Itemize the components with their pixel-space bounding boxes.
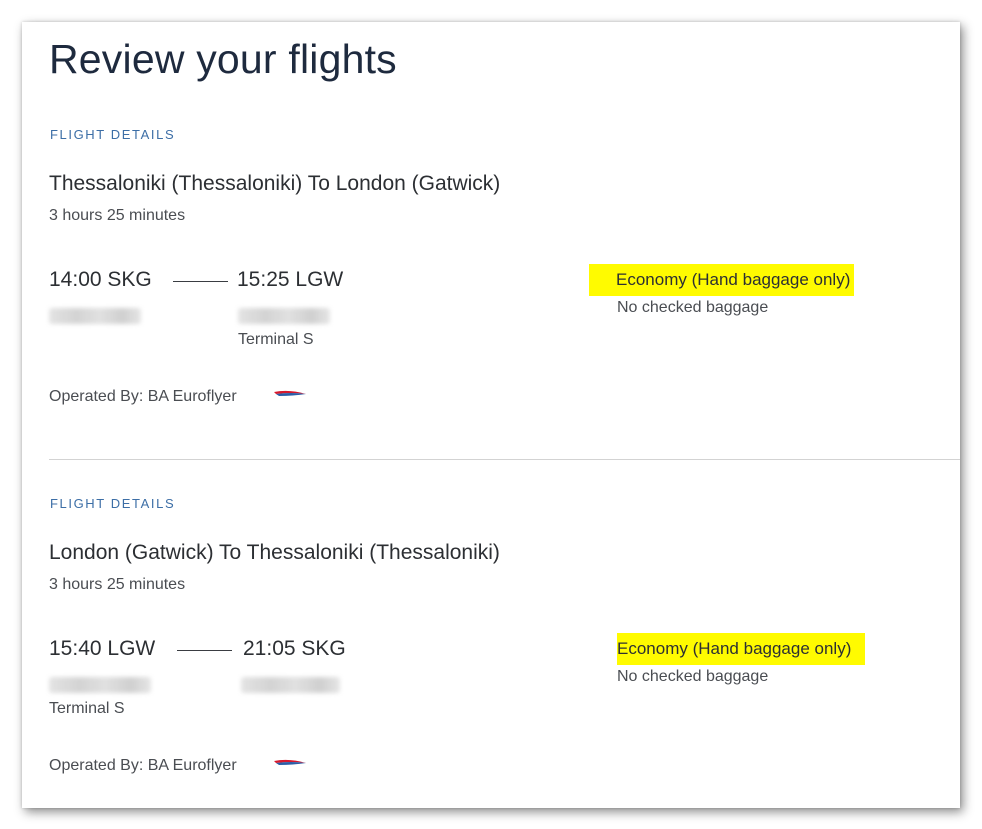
redacted-departure-airport <box>49 308 141 324</box>
flight-section-return: FLIGHT DETAILS London (Gatwick) To Thess… <box>22 391 960 808</box>
flight-connector-line <box>177 650 232 651</box>
flight-route: Thessaloniki (Thessaloniki) To London (G… <box>49 172 501 195</box>
cabin-class-highlighted: Economy (Hand baggage only) <box>617 633 866 665</box>
flight-duration: 3 hours 25 minutes <box>49 576 186 593</box>
operated-by: Operated By: BA Euroflyer <box>49 757 237 774</box>
cabin-class-highlighted: Economy (Hand baggage only) <box>589 264 855 296</box>
flight-duration: 3 hours 25 minutes <box>49 207 186 224</box>
departure-terminal: Terminal S <box>49 700 125 717</box>
redacted-arrival-airport <box>238 308 330 324</box>
arrival-time: 21:05 SKG <box>243 637 346 660</box>
baggage-allowance: No checked baggage <box>617 668 769 685</box>
departure-time: 15:40 LGW <box>49 637 156 660</box>
flight-connector-line <box>173 281 228 282</box>
review-flights-card: Review your flights FLIGHT DETAILS Thess… <box>22 22 960 808</box>
arrival-time: 15:25 LGW <box>237 268 344 291</box>
baggage-allowance: No checked baggage <box>617 299 769 316</box>
flight-route: London (Gatwick) To Thessaloniki (Thessa… <box>49 541 500 564</box>
flight-details-label: FLIGHT DETAILS <box>50 127 176 142</box>
departure-time: 14:00 SKG <box>49 268 152 291</box>
flight-details-label: FLIGHT DETAILS <box>50 496 176 511</box>
ba-speedmarque-icon <box>274 759 306 765</box>
redacted-arrival-airport <box>241 677 340 693</box>
arrival-terminal: Terminal S <box>238 331 314 348</box>
redacted-departure-airport <box>49 677 151 693</box>
